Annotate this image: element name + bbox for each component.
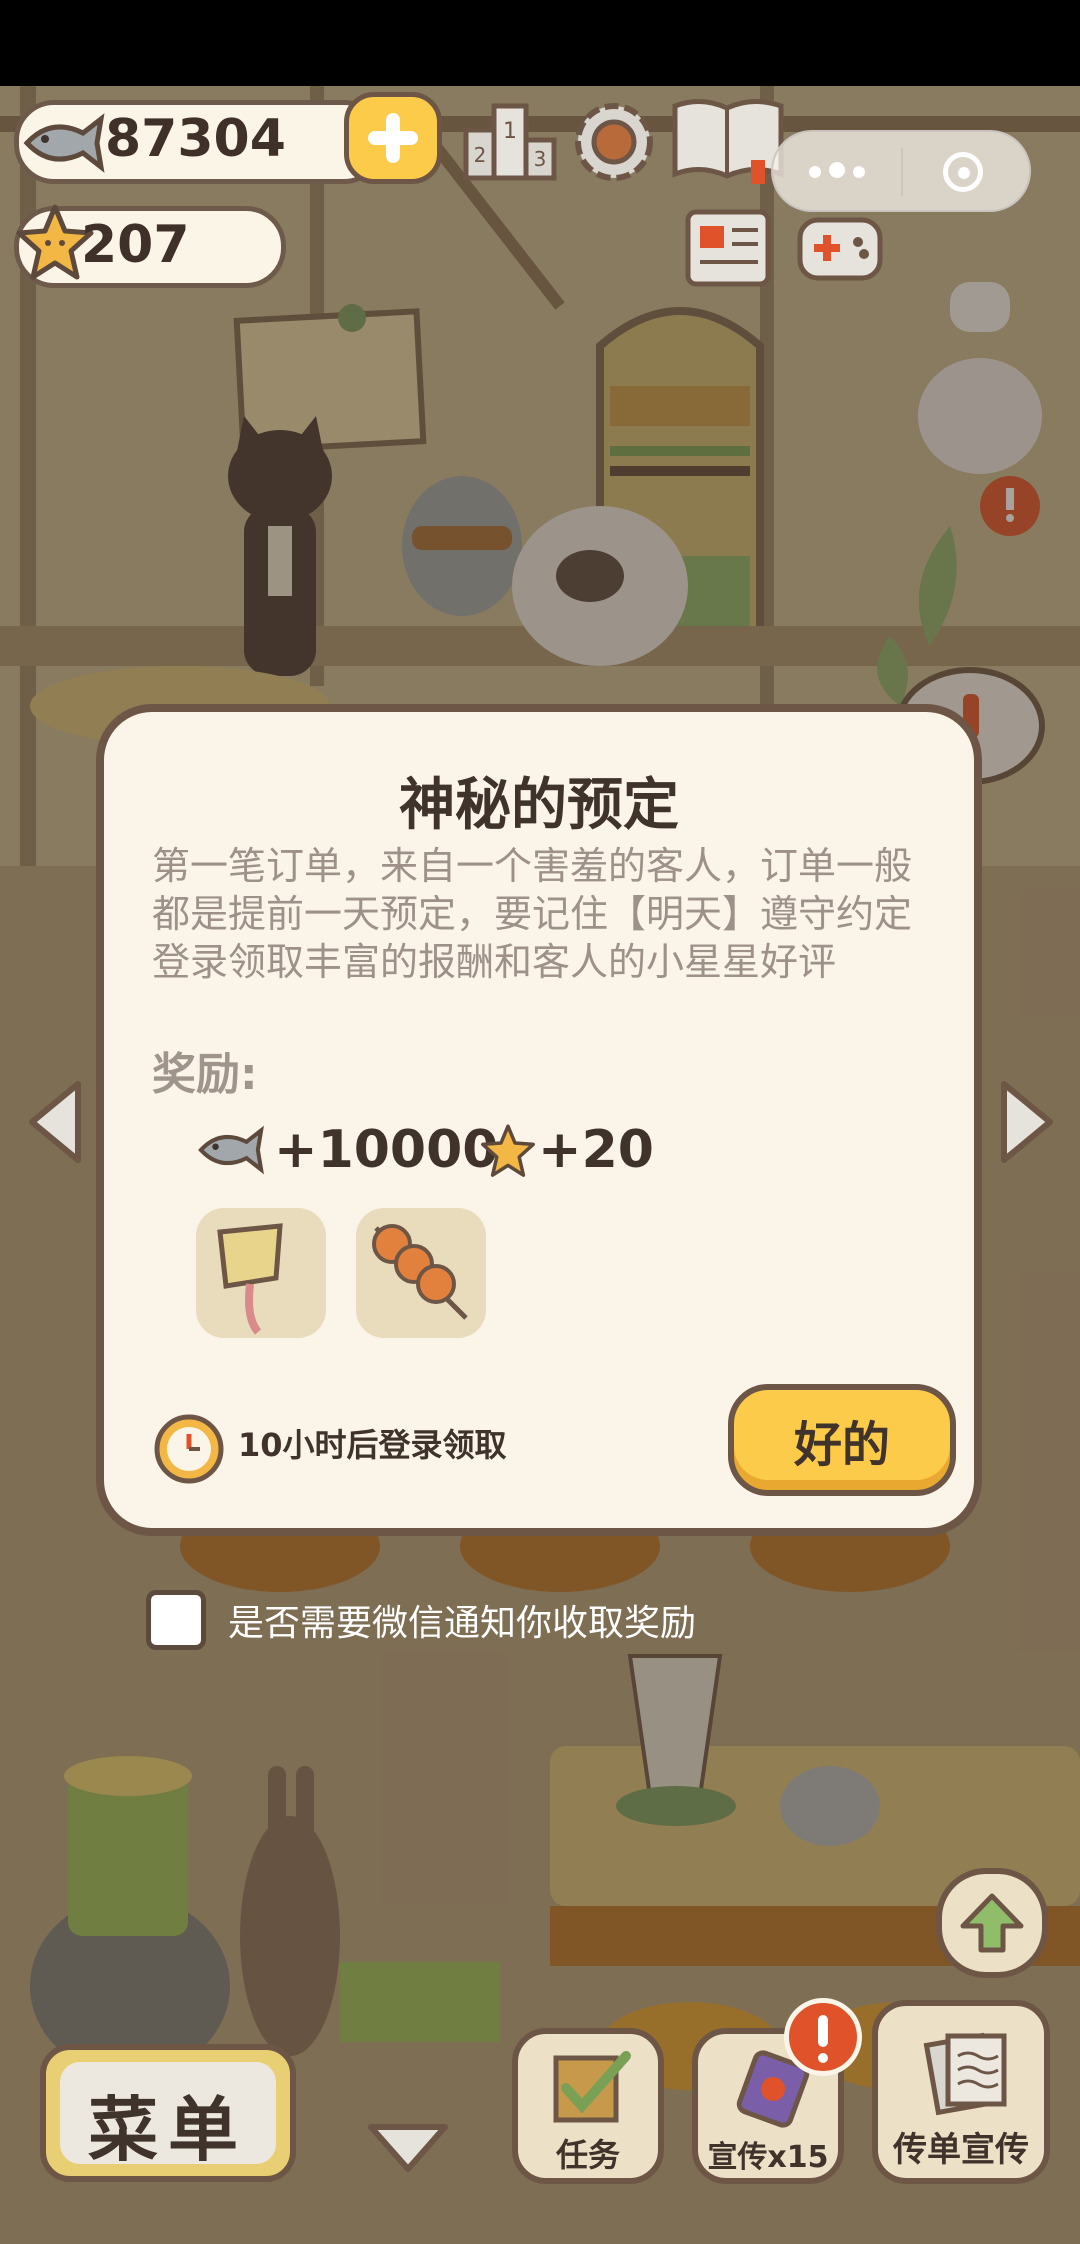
recipe-book-icon	[672, 99, 784, 184]
svg-text:3: 3	[534, 147, 547, 171]
sign-board-icon	[217, 1223, 283, 1335]
clock-icon	[150, 1408, 228, 1490]
collapse-button[interactable]	[360, 2112, 456, 2182]
notify-label: 是否需要微信通知你收取奖励	[228, 1603, 697, 1644]
add-fish-button[interactable]	[344, 92, 442, 184]
notify-row: 是否需要微信通知你收取奖励	[146, 1590, 696, 1650]
skewer-icon	[372, 1224, 468, 1320]
flyer-button[interactable]: 传单宣传	[872, 2000, 1050, 2184]
chevron-down-icon	[368, 2124, 448, 2172]
fish-counter: 87304	[14, 100, 384, 184]
star-reward-amount: +20	[538, 1120, 654, 1180]
newspaper-icon	[685, 209, 771, 287]
star-icon	[481, 1124, 535, 1177]
settings-gear-icon	[575, 103, 653, 181]
gamepad-icon	[797, 217, 883, 281]
dialog-description: 第一笔订单，来自一个害羞的客人，订单一般 都是提前一天预定，要记住【明天】遵守约…	[152, 842, 942, 986]
more-dots-icon[interactable]	[809, 158, 869, 188]
reward-item-skewer	[356, 1208, 486, 1338]
ok-button[interactable]: 好的	[728, 1384, 956, 1496]
recipe-book-button[interactable]	[668, 92, 788, 188]
reward-item-sign	[196, 1208, 326, 1338]
fish-count: 87304	[105, 109, 286, 169]
alert-badge-icon	[784, 1998, 862, 2076]
leaderboard-button[interactable]: 12 3	[462, 96, 558, 184]
menu-label: 菜单	[88, 2089, 248, 2171]
svg-text:2: 2	[474, 143, 487, 167]
description-line: 第一笔订单，来自一个害羞的客人，订单一般	[152, 844, 913, 888]
description-line: 都是提前一天预定，要记住【明天】遵守约定	[152, 892, 913, 936]
record-icon[interactable]	[943, 152, 983, 192]
dialog-title: 神秘的预定	[399, 773, 679, 838]
star-reward: +20	[480, 1120, 654, 1180]
chevron-left-icon	[29, 1081, 81, 1163]
chevron-right-icon	[1001, 1081, 1053, 1163]
plus-icon	[368, 113, 418, 163]
reward-label: 奖励:	[152, 1049, 258, 1100]
flyer-label: 传单宣传	[893, 2130, 1029, 2170]
newspaper-button[interactable]	[680, 204, 776, 292]
timer-text: 10小时后登录领取	[238, 1426, 507, 1464]
flyer-icon	[923, 2032, 1007, 2116]
fish-icon	[198, 1125, 264, 1175]
promo-label: 宣传x15	[707, 2140, 829, 2175]
fish-icon	[19, 103, 109, 183]
status-bar	[0, 0, 1080, 86]
gamepad-button[interactable]	[792, 204, 888, 292]
reservation-dialog: 神秘的预定 第一笔订单，来自一个害羞的客人，订单一般 都是提前一天预定，要记住【…	[96, 704, 982, 1536]
svg-text:1: 1	[503, 119, 517, 144]
miniprogram-capsule	[771, 130, 1031, 212]
arrow-up-icon	[960, 1893, 1024, 1953]
checklist-icon	[553, 2051, 631, 2123]
upgrade-button[interactable]	[936, 1868, 1048, 1978]
settings-button[interactable]	[566, 94, 662, 190]
notify-checkbox[interactable]	[146, 1590, 206, 1650]
leaderboard-icon: 12 3	[463, 103, 557, 181]
fish-reward: +10000	[196, 1120, 498, 1180]
description-line: 登录领取丰富的报酬和客人的小星星好评	[152, 940, 837, 984]
star-counter: 207	[14, 204, 286, 288]
task-label: 任务	[555, 2136, 620, 2174]
task-button[interactable]: 任务	[512, 2028, 664, 2184]
menu-button[interactable]: 菜单	[40, 2044, 296, 2182]
previous-arrow-button[interactable]	[20, 1076, 90, 1168]
next-arrow-button[interactable]	[992, 1076, 1062, 1168]
star-count: 207	[81, 215, 190, 275]
fish-reward-amount: +10000	[274, 1120, 499, 1180]
